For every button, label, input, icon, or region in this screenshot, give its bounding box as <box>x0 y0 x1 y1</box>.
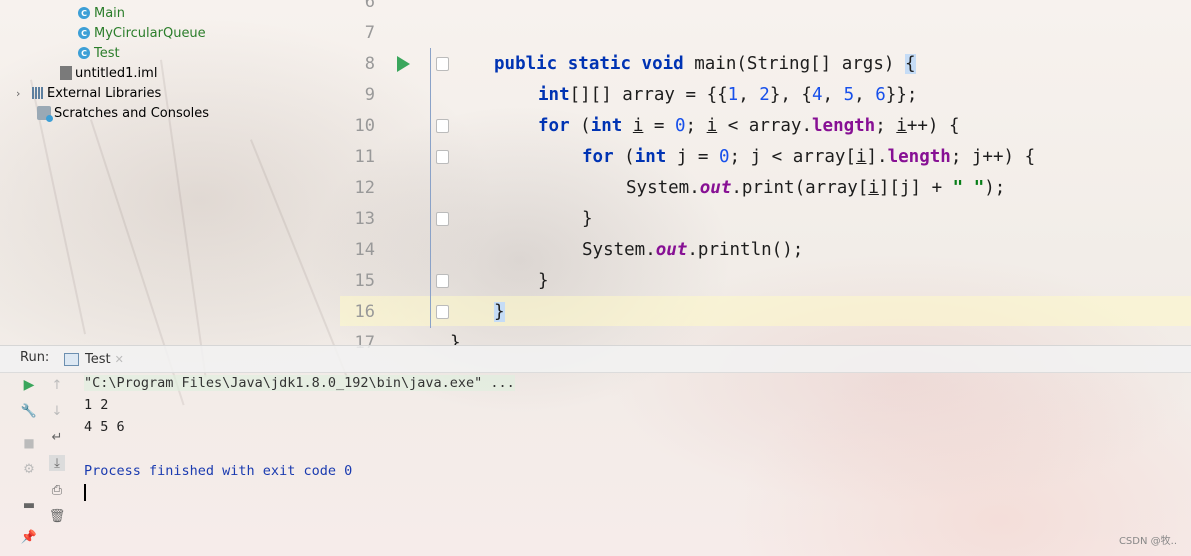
module-file-icon <box>60 66 72 80</box>
tree-item-label: Main <box>94 5 126 21</box>
up-arrow-icon[interactable]: ↑ <box>49 377 65 393</box>
line-number: 14 <box>354 240 375 260</box>
run-toolbar-primary: ▶ 🔧 ■ ⚙ ▬ 📌 <box>18 371 44 556</box>
tree-item-label: Scratches and Consoles <box>54 105 210 121</box>
run-main-icon[interactable] <box>397 56 410 72</box>
tree-item-label: MyCircularQueue <box>94 25 206 41</box>
trash-icon[interactable]: 🗑 <box>49 508 66 524</box>
class-icon: C <box>78 27 90 39</box>
line-number: 15 <box>354 271 375 291</box>
code-line-10[interactable]: for (int i = 0; i < array.length; i++) { <box>538 114 960 138</box>
console-exit-message: Process finished with exit code 0 <box>84 463 353 479</box>
tree-item-test[interactable]: C Test <box>78 43 120 63</box>
tree-item-scratches[interactable]: Scratches and Consoles <box>37 103 209 123</box>
class-icon: C <box>78 47 90 59</box>
library-icon <box>32 87 43 99</box>
line-number: 8 <box>364 54 375 74</box>
tree-item-label: untitled1.iml <box>75 65 158 81</box>
run-tab-test[interactable]: Test ✕ <box>64 348 124 370</box>
line-number: 16 <box>354 302 375 322</box>
code-line-11[interactable]: for (int j = 0; j < array[i].length; j++… <box>582 145 1035 169</box>
tree-item-label: Test <box>94 45 120 61</box>
code-line-8[interactable]: public static void main(String[] args) { <box>494 52 916 76</box>
line-number: 6 <box>364 0 375 12</box>
code-line-17[interactable]: } <box>450 331 461 345</box>
scratches-icon <box>37 106 53 122</box>
tree-item-external-libraries[interactable]: › External Libraries <box>16 83 161 103</box>
console-command-line: "C:\Program Files\Java\jdk1.8.0_192\bin\… <box>84 375 515 391</box>
tree-item-main[interactable]: C Main <box>78 3 125 23</box>
line-number: 7 <box>364 23 375 43</box>
text-caret <box>84 484 86 501</box>
console-output-line: 4 5 6 <box>84 419 125 435</box>
line-number: 12 <box>354 178 375 198</box>
close-icon[interactable]: ✕ <box>115 353 124 366</box>
scroll-to-end-icon[interactable]: ⤓ <box>49 455 65 471</box>
tree-item-iml[interactable]: untitled1.iml <box>60 63 157 83</box>
pin-icon[interactable]: 📌 <box>21 529 37 545</box>
print-icon[interactable]: ⎙ <box>49 482 65 498</box>
run-panel-header <box>0 345 1191 373</box>
line-number: 13 <box>354 209 375 229</box>
layout-icon[interactable]: ▬ <box>21 497 37 513</box>
restore-layout-icon[interactable]: ⚙ <box>21 461 37 477</box>
gutter-divider <box>430 48 431 328</box>
console-output-line: 1 2 <box>84 397 109 413</box>
watermark: CSDN @牧.. <box>1118 536 1177 547</box>
stop-icon[interactable]: ■ <box>21 435 37 451</box>
tree-item-mycircularqueue[interactable]: C MyCircularQueue <box>78 23 206 43</box>
run-panel-label: Run: <box>20 350 50 365</box>
code-line-14[interactable]: System.out.println(); <box>582 238 803 262</box>
line-number: 9 <box>364 85 375 105</box>
down-arrow-icon[interactable]: ↓ <box>49 403 65 419</box>
class-icon: C <box>78 7 90 19</box>
wrench-icon[interactable]: 🔧 <box>21 403 37 419</box>
soft-wrap-icon[interactable]: ↵ <box>49 429 65 445</box>
code-line-13[interactable]: } <box>582 207 593 231</box>
line-number: 10 <box>354 116 375 136</box>
run-tab-label: Test <box>85 351 111 367</box>
code-line-15[interactable]: } <box>538 269 549 293</box>
chevron-right-icon[interactable]: › <box>16 87 30 100</box>
code-line-16[interactable]: } <box>494 300 505 324</box>
code-line-9[interactable]: int[][] array = {{1, 2}, {4, 5, 6}}; <box>538 83 917 107</box>
tree-item-label: External Libraries <box>47 85 162 101</box>
console-tab-icon <box>64 352 79 366</box>
rerun-icon[interactable]: ▶ <box>21 377 37 393</box>
code-line-12[interactable]: System.out.print(array[i][j] + " "); <box>626 176 1005 200</box>
project-tree: C Main C MyCircularQueue C Test untitled… <box>0 0 340 345</box>
line-number: 11 <box>354 147 375 167</box>
